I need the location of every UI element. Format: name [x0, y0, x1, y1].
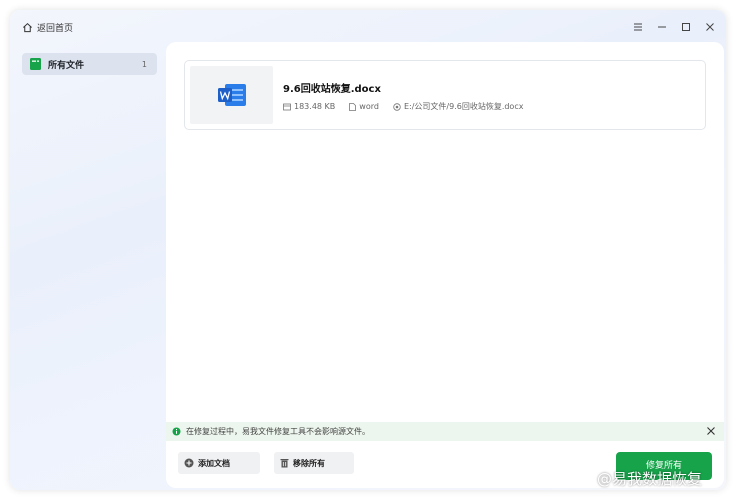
add-document-label: 添加文档 — [198, 458, 230, 468]
file-type-icon — [349, 102, 357, 111]
sidebar-item-all-files[interactable]: 所有文件 1 — [22, 53, 157, 75]
file-type-value: word — [359, 102, 379, 111]
back-home-button[interactable]: 返回首页 — [22, 21, 73, 34]
watermark: @易我数据恢复 — [578, 468, 702, 489]
watermark-logo-icon — [578, 473, 594, 484]
close-icon — [706, 23, 714, 31]
sidebar-item-label: 所有文件 — [48, 60, 85, 71]
notice-text: 在修复过程中，易我文件修复工具不会影响源文件。 — [186, 427, 370, 436]
sidebar-item-count: 1 — [141, 59, 147, 69]
watermark-text: @易我数据恢复 — [597, 470, 703, 488]
menu-button[interactable] — [630, 19, 646, 35]
window-controls — [630, 19, 718, 35]
title-bar: 返回首页 — [10, 10, 726, 44]
file-path: E:/公司文件/9.6回收站恢复.docx — [393, 101, 524, 112]
menu-icon — [634, 23, 642, 31]
disk-icon — [283, 103, 291, 110]
maximize-button[interactable] — [678, 19, 694, 35]
back-home-label: 返回首页 — [37, 24, 74, 34]
file-card[interactable]: 9.6回收站恢复.docx 183.48 KB word E:/公司文件/9.6… — [184, 60, 706, 130]
remove-all-label: 移除所有 — [293, 458, 325, 468]
add-document-button[interactable]: 添加文档 — [178, 452, 260, 474]
info-icon — [172, 427, 181, 436]
maximize-icon — [682, 23, 690, 31]
location-icon — [393, 102, 401, 111]
file-thumbnail — [190, 66, 273, 124]
file-size: 183.48 KB — [283, 102, 335, 111]
file-type: word — [349, 102, 379, 111]
file-size-value: 183.48 KB — [294, 102, 336, 111]
remove-all-button[interactable]: 移除所有 — [274, 452, 354, 474]
trash-icon — [280, 459, 289, 468]
file-name: 9.6回收站恢复.docx — [283, 84, 381, 95]
home-icon — [23, 22, 32, 33]
close-window-button[interactable] — [702, 19, 718, 35]
notice-bar: 在修复过程中，易我文件修复工具不会影响源文件。 — [166, 422, 724, 441]
minimize-icon — [658, 26, 666, 28]
file-path-value: E:/公司文件/9.6回收站恢复.docx — [403, 102, 524, 111]
notice-close-icon[interactable] — [706, 426, 716, 436]
app-window: 返回首页 所有文件 1 9.6回收站恢复.docx 183.48 KB word… — [10, 10, 726, 490]
add-circle-icon — [184, 458, 194, 468]
file-meta: 183.48 KB word E:/公司文件/9.6回收站恢复.docx — [283, 101, 537, 112]
main-panel: 9.6回收站恢复.docx 183.48 KB word E:/公司文件/9.6… — [166, 42, 724, 488]
folder-icon — [30, 58, 41, 70]
minimize-button[interactable] — [654, 19, 670, 35]
word-file-icon — [217, 84, 246, 106]
